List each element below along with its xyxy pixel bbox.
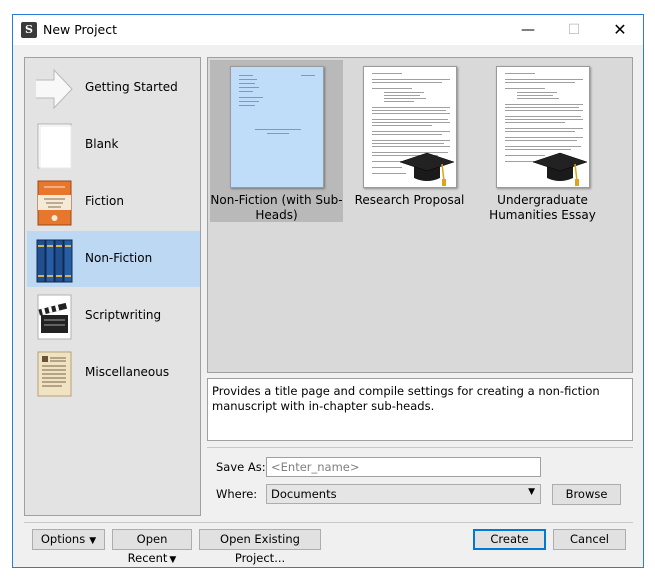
graduation-cap-icon — [399, 152, 455, 186]
title-bar: S New Project — ☐ ✕ — [13, 15, 643, 45]
book-cover-icon — [37, 180, 72, 226]
category-miscellaneous[interactable]: Miscellaneous — [27, 345, 200, 401]
category-scriptwriting[interactable]: Scriptwriting — [27, 288, 200, 344]
category-blank[interactable]: Blank — [27, 117, 200, 173]
category-fiction[interactable]: Fiction — [27, 174, 200, 230]
category-label: Getting Started — [85, 80, 178, 94]
options-button[interactable]: Options ▼ — [32, 529, 105, 550]
browse-button[interactable]: Browse — [552, 484, 621, 505]
category-label: Non-Fiction — [85, 251, 153, 265]
arrow-icon — [36, 68, 73, 110]
clapperboard-icon — [37, 294, 72, 340]
template-research-proposal[interactable]: Research Proposal — [343, 60, 476, 222]
template-gallery: Non-Fiction (with Sub-Heads) Research Pr… — [207, 57, 633, 373]
template-thumbnail — [363, 66, 457, 188]
template-label: Undergraduate Humanities Essay — [489, 193, 596, 222]
category-label: Fiction — [85, 194, 124, 208]
template-thumbnail — [496, 66, 590, 188]
graduation-cap-icon — [532, 152, 588, 186]
where-dropdown[interactable]: Documents ▼ — [266, 484, 541, 504]
open-existing-project-button[interactable]: Open Existing Project... — [199, 529, 321, 565]
template-label: Non-Fiction (with Sub-Heads) — [210, 193, 343, 222]
cancel-button[interactable]: Cancel — [553, 529, 626, 550]
where-value: Documents — [271, 487, 337, 501]
scrivener-app-icon: S — [21, 22, 37, 38]
category-label: Miscellaneous — [85, 365, 170, 379]
template-label: Research Proposal — [354, 193, 465, 207]
category-non-fiction[interactable]: Non-Fiction — [27, 231, 200, 287]
window-title: New Project — [43, 22, 118, 37]
template-undergraduate-humanities-essay[interactable]: Undergraduate Humanities Essay — [476, 60, 609, 222]
divider — [207, 447, 633, 448]
category-label: Scriptwriting — [85, 308, 162, 322]
category-getting-started[interactable]: Getting Started — [27, 60, 200, 116]
chevron-down-icon: ▼ — [89, 536, 97, 546]
minimize-button[interactable]: — — [505, 15, 551, 45]
books-icon — [36, 239, 73, 283]
template-thumbnail — [230, 66, 324, 188]
options-label: Options — [40, 532, 86, 546]
open-recent-button[interactable]: Open Recent ▼ — [112, 529, 192, 565]
maximize-button[interactable]: ☐ — [551, 15, 597, 45]
divider — [24, 522, 633, 523]
save-as-input[interactable] — [266, 457, 541, 477]
blank-page-icon — [37, 123, 72, 169]
template-description: Provides a title page and compile settin… — [207, 378, 633, 441]
category-list: Getting Started Blank Fiction Non-Fictio… — [24, 57, 201, 516]
template-non-fiction-sub-heads[interactable]: Non-Fiction (with Sub-Heads) — [210, 60, 343, 222]
create-button[interactable]: Create — [473, 529, 546, 550]
chevron-down-icon: ▼ — [169, 555, 177, 565]
where-label: Where: — [216, 487, 258, 501]
parchment-icon — [37, 351, 72, 397]
chevron-down-icon: ▼ — [528, 487, 535, 497]
open-recent-label: Open Recent — [127, 532, 168, 565]
category-label: Blank — [85, 137, 119, 151]
close-button[interactable]: ✕ — [597, 15, 643, 45]
dialog-content: Getting Started Blank Fiction Non-Fictio… — [13, 45, 643, 567]
save-as-label: Save As: — [216, 460, 266, 474]
new-project-dialog: S New Project — ☐ ✕ Getting Started Blan… — [12, 14, 644, 568]
